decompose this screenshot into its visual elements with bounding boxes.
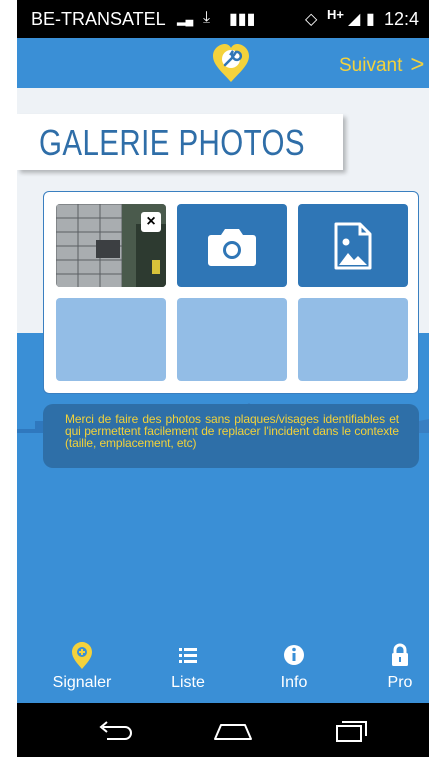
info-icon — [284, 645, 304, 665]
choose-from-gallery-button[interactable] — [298, 204, 408, 287]
chevron-right-icon: > — [410, 51, 425, 78]
next-label: Suivant — [339, 55, 403, 76]
tab-signaler[interactable]: Signaler — [37, 640, 127, 692]
carrier-name: BE-TRANSATEL — [31, 9, 166, 29]
next-button[interactable]: Suivant > — [339, 50, 424, 78]
tab-label: Signaler — [52, 674, 112, 691]
pin-plus-icon — [72, 642, 92, 669]
camera-icon — [208, 229, 256, 266]
empty-photo-slot — [177, 298, 287, 381]
back-icon[interactable] — [93, 719, 137, 743]
tab-info[interactable]: Info — [249, 640, 339, 692]
barcode-icon: ▮▮▮ — [229, 11, 256, 28]
app-header: Suivant > — [17, 38, 429, 88]
network-type: H+ — [327, 7, 344, 22]
notice-text: Merci de faire des photos sans plaques/v… — [65, 412, 399, 450]
photo-gallery: × — [43, 191, 419, 394]
tab-liste[interactable]: Liste — [143, 640, 233, 692]
empty-photo-slot — [56, 298, 166, 381]
image-file-icon — [334, 222, 372, 270]
list-icon — [179, 648, 197, 663]
clock: 12:4 — [384, 9, 420, 29]
photo-thumbnail[interactable]: × — [56, 204, 166, 287]
signal-small-icon: ▂▄ — [177, 14, 194, 26]
system-navigation-bar — [17, 703, 429, 757]
download-icon: ⤓ — [203, 9, 211, 26]
rotate-icon: ◇ — [305, 11, 318, 28]
home-icon[interactable] — [209, 719, 257, 743]
page-title: GALERIE PHOTOS — [39, 122, 306, 163]
gallery-title-box: GALERIE PHOTOS — [17, 114, 343, 170]
tab-label: Pro — [387, 674, 413, 691]
status-bar: BE-TRANSATEL ▂▄ ⤓ ▮▮▮ ◇ H+ ◢ ▮ 12:4 — [17, 0, 429, 38]
photo-guidelines-notice: Merci de faire des photos sans plaques/v… — [43, 404, 419, 468]
tab-label: Info — [280, 674, 308, 691]
signal-icon: ◢ — [348, 11, 361, 28]
tab-pro[interactable]: Pro — [355, 640, 429, 692]
remove-photo-button[interactable]: × — [141, 212, 161, 232]
empty-photo-slot — [298, 298, 408, 381]
lock-icon — [392, 643, 408, 666]
tab-label: Liste — [171, 674, 205, 691]
battery-icon: ▮ — [366, 11, 375, 28]
recent-apps-icon[interactable] — [329, 719, 373, 743]
pin-wrench-logo-icon — [213, 44, 249, 82]
take-photo-button[interactable] — [177, 204, 287, 287]
app-screen: BE-TRANSATEL ▂▄ ⤓ ▮▮▮ ◇ H+ ◢ ▮ 12:4 Suiv… — [17, 0, 429, 757]
